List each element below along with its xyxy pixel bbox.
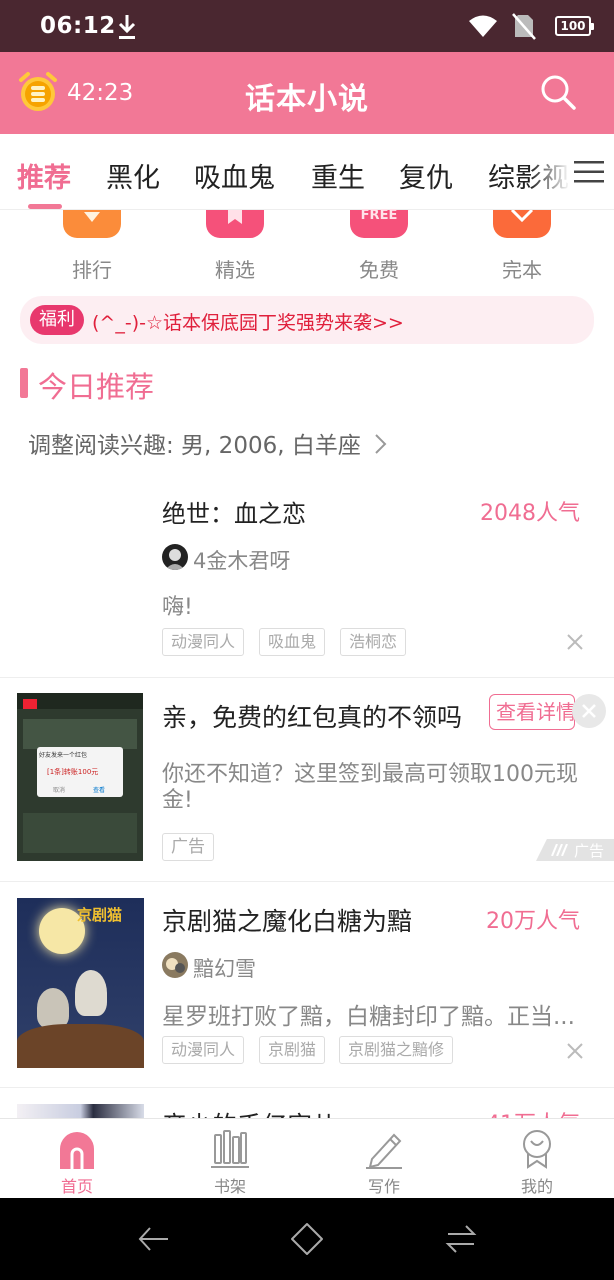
book-tag[interactable]: 京剧猫之黯修 bbox=[339, 1036, 454, 1064]
book-popularity: 2048人气 bbox=[480, 501, 580, 526]
ad-thumbnail: 好友发来一个红包 [1条]转账100元 取消 查看 bbox=[17, 693, 143, 861]
ad-title: 亲，免费的红包真的不领吗 bbox=[162, 703, 463, 732]
nav-profile[interactable]: 我的 bbox=[487, 1119, 587, 1197]
welfare-badge: 福利 bbox=[30, 305, 84, 335]
ad-dialog: 好友发来一个红包 [1条]转账100元 取消 查看 bbox=[37, 747, 123, 797]
back-icon[interactable] bbox=[136, 1222, 172, 1256]
active-tab-indicator bbox=[28, 204, 62, 209]
quick-entry-label: 完本 bbox=[502, 258, 542, 282]
category-tabs: 推荐 黑化 吸血鬼 重生 复仇 综影视 bbox=[0, 134, 614, 210]
ad-dialog-btn1: 取消 bbox=[53, 787, 66, 794]
ranking-icon bbox=[63, 210, 121, 238]
book-tag[interactable]: 吸血鬼 bbox=[259, 628, 326, 656]
nav-home[interactable]: 首页 bbox=[27, 1119, 127, 1197]
ad-tag: 广告 bbox=[162, 833, 214, 861]
nav-label: 首页 bbox=[60, 1177, 93, 1196]
nav-bookshelf[interactable]: 书架 bbox=[180, 1119, 280, 1197]
ad-logo-icon bbox=[551, 844, 568, 856]
quick-entry-free[interactable]: FREE 免费 bbox=[329, 208, 429, 283]
section-marker bbox=[20, 368, 28, 398]
quick-entries: 排行 精选 FREE 免费 完本 bbox=[0, 208, 614, 290]
download-icon bbox=[118, 15, 136, 39]
author-avatar bbox=[162, 952, 188, 978]
tab-heihua[interactable]: 黑化 bbox=[106, 156, 160, 195]
home-button-icon[interactable] bbox=[290, 1222, 324, 1256]
profile-icon bbox=[517, 1129, 557, 1169]
ad-corner-label: 广告 bbox=[536, 839, 614, 861]
book-author: 4金木君呀 bbox=[193, 549, 291, 573]
quick-entry-completed[interactable]: 完本 bbox=[472, 208, 572, 283]
book-tag[interactable]: 浩桐恋 bbox=[340, 628, 407, 656]
quick-entry-label: 排行 bbox=[72, 258, 112, 282]
book-popularity: 20万人气 bbox=[486, 909, 580, 934]
section-title: 今日推荐 bbox=[38, 370, 155, 404]
status-time: 06:12 bbox=[40, 13, 116, 39]
book-cover: 京剧猫 bbox=[17, 898, 144, 1068]
no-sim-icon bbox=[512, 13, 536, 40]
ad-description-line2: 金! bbox=[162, 788, 193, 813]
nav-label: 书架 bbox=[213, 1177, 246, 1196]
ad-dialog-btn2: 查看 bbox=[93, 787, 106, 794]
book-card[interactable]: 帝少的千亿宠儿 41万人气 bbox=[0, 1088, 614, 1118]
ad-close-button[interactable] bbox=[572, 694, 606, 728]
nav-label: 写作 bbox=[367, 1177, 400, 1196]
tab-fade bbox=[530, 144, 570, 204]
ad-detail-button[interactable]: 查看详情 bbox=[489, 694, 575, 730]
bookshelf-icon bbox=[210, 1129, 250, 1169]
book-author: 黯幻雪 bbox=[193, 957, 256, 981]
book-cover bbox=[17, 1104, 144, 1118]
book-tag[interactable]: 动漫同人 bbox=[162, 1036, 245, 1064]
interest-setting-link[interactable]: 调整阅读兴趣: 男, 2006, 白羊座 bbox=[28, 426, 388, 460]
ad-corner-text: 广告 bbox=[574, 842, 605, 860]
book-title: 绝世：血之恋 bbox=[162, 500, 306, 528]
ad-card[interactable]: 好友发来一个红包 [1条]转账100元 取消 查看 亲，免费的红包真的不领吗 查… bbox=[0, 678, 614, 880]
system-navigation-bar bbox=[0, 1198, 614, 1280]
home-icon bbox=[57, 1129, 97, 1169]
book-title: 京剧猫之魔化白糖为黯 bbox=[162, 907, 413, 936]
battery-icon: 100 bbox=[555, 16, 594, 36]
tab-vampire[interactable]: 吸血鬼 bbox=[194, 156, 275, 195]
quick-entry-label: 精选 bbox=[215, 258, 255, 282]
bottom-navigation: 首页 书架 写作 我的 bbox=[0, 1118, 614, 1198]
tab-revenge[interactable]: 复仇 bbox=[399, 156, 453, 195]
recent-apps-icon[interactable] bbox=[444, 1222, 478, 1256]
nav-label: 我的 bbox=[520, 1177, 553, 1196]
welfare-text: (^_-)-☆话本保底园丁奖强势来袭>> bbox=[92, 312, 404, 334]
pencil-icon bbox=[364, 1129, 404, 1169]
featured-icon bbox=[206, 210, 264, 238]
close-icon[interactable] bbox=[566, 633, 584, 651]
chevron-right-icon bbox=[375, 434, 387, 454]
nav-write[interactable]: 写作 bbox=[334, 1119, 434, 1197]
app-header: 42:23 话本小说 bbox=[0, 52, 614, 134]
quick-entry-label: 免费 bbox=[359, 258, 399, 282]
wifi-icon bbox=[469, 15, 497, 37]
book-tag[interactable]: 动漫同人 bbox=[162, 628, 245, 656]
welfare-notice[interactable]: 福利 (^_-)-☆话本保底园丁奖强势来袭>> bbox=[20, 296, 594, 344]
quick-entry-ranking[interactable]: 排行 bbox=[42, 210, 142, 283]
completed-icon bbox=[493, 208, 551, 238]
menu-icon[interactable] bbox=[574, 160, 604, 184]
book-popularity: 41万人气 bbox=[486, 1106, 580, 1118]
free-icon-text: FREE bbox=[360, 208, 398, 223]
book-description: 星罗班打败了黯，白糖封印了黯。正当... bbox=[162, 1004, 575, 1030]
app-title: 话本小说 bbox=[245, 82, 369, 117]
cover-title: 京剧猫 bbox=[77, 906, 123, 924]
free-icon: FREE bbox=[350, 208, 408, 238]
book-card[interactable]: 京剧猫 京剧猫之魔化白糖为黯 20万人气 黯幻雪 星罗班打败了黯，白糖封印了黯。… bbox=[0, 882, 614, 1086]
close-icon[interactable] bbox=[566, 1042, 584, 1060]
interest-text: 调整阅读兴趣: 男, 2006, 白羊座 bbox=[28, 433, 361, 459]
quick-entry-featured[interactable]: 精选 bbox=[185, 210, 285, 283]
status-bar: 06:12 100 bbox=[0, 0, 614, 52]
close-icon bbox=[582, 704, 596, 718]
book-card[interactable]: 绝世：血之恋 2048人气 4金木君呀 嗨! 动漫同人 吸血鬼 浩桐恋 bbox=[0, 478, 614, 676]
book-description: 嗨! bbox=[162, 595, 193, 620]
book-tag[interactable]: 京剧猫 bbox=[259, 1036, 326, 1064]
tab-recommend[interactable]: 推荐 bbox=[17, 156, 71, 195]
ad-dialog-line1: 好友发来一个红包 bbox=[39, 752, 88, 759]
author-avatar bbox=[162, 544, 188, 570]
book-title: 帝少的千亿宠儿 bbox=[162, 1106, 337, 1118]
search-icon[interactable] bbox=[540, 74, 576, 110]
tab-rebirth[interactable]: 重生 bbox=[311, 156, 365, 195]
ad-dialog-line2: [1条]转账100元 bbox=[47, 768, 99, 776]
